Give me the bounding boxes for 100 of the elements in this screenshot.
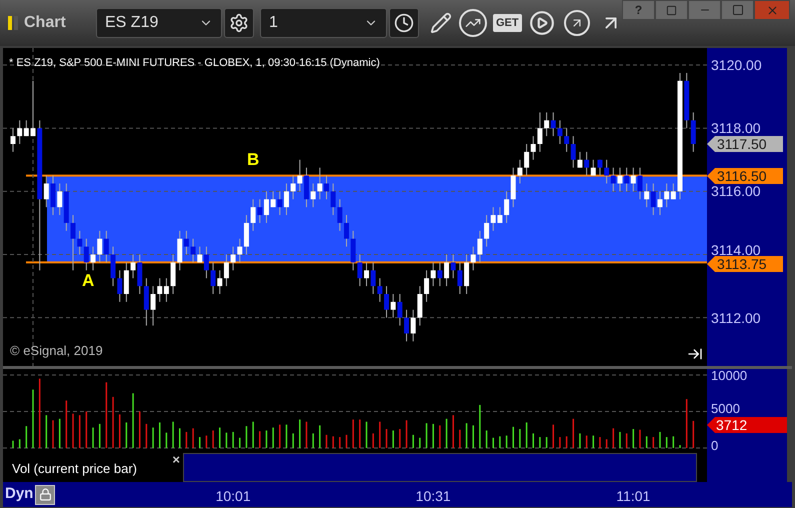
candlestick xyxy=(377,278,382,302)
candlestick xyxy=(230,246,236,271)
candlestick xyxy=(190,238,196,263)
price-tag: 3116.50 xyxy=(707,168,783,184)
studies-button[interactable] xyxy=(459,9,487,37)
candlestick xyxy=(284,182,289,216)
candlestick xyxy=(417,286,422,326)
pencil-icon xyxy=(430,12,452,34)
candlestick xyxy=(390,294,396,318)
candlestick xyxy=(84,238,89,271)
close-button[interactable] xyxy=(754,0,790,20)
candlestick xyxy=(384,286,390,318)
candlestick xyxy=(404,309,410,342)
candlestick xyxy=(144,278,149,326)
candlestick xyxy=(650,182,656,216)
candlestick xyxy=(484,214,490,248)
candlestick xyxy=(290,175,296,200)
candlestick xyxy=(244,214,249,256)
price-label: 3114.00 xyxy=(711,242,761,257)
candlestick xyxy=(337,198,342,232)
get-button[interactable]: GET xyxy=(493,14,522,32)
window-indicator-icon xyxy=(8,16,18,30)
volume-label: 10000 xyxy=(711,369,748,382)
candlestick xyxy=(544,112,550,137)
candlestick xyxy=(177,230,182,271)
candlestick xyxy=(224,254,229,287)
clock-icon xyxy=(394,13,414,33)
chart-header: * ES Z19, S&P 500 E-MINI FUTURES - GLOBEX, 1, 09:30-16:15 (Dynamic) xyxy=(9,56,380,71)
candlestick xyxy=(70,214,76,271)
candlestick xyxy=(430,262,436,287)
candlestick xyxy=(490,206,496,232)
candlestick xyxy=(477,230,482,263)
symbol-dropdown[interactable]: ES Z19 xyxy=(96,8,222,38)
candlestick xyxy=(130,254,136,279)
candlestick xyxy=(364,262,370,287)
maximize-button[interactable] xyxy=(721,0,754,20)
candlestick xyxy=(624,167,630,192)
candlestick xyxy=(670,182,676,200)
candlestick xyxy=(357,254,362,287)
candlestick xyxy=(457,262,462,294)
time-label: 11:01 xyxy=(616,487,650,506)
candlestick xyxy=(110,246,116,287)
candlestick xyxy=(317,167,322,200)
restore-button[interactable] xyxy=(655,0,688,20)
candlestick xyxy=(117,270,122,302)
candlestick xyxy=(644,182,650,208)
candlestick xyxy=(304,167,309,208)
candlestick xyxy=(330,182,336,216)
candlestick xyxy=(610,167,616,192)
candlestick xyxy=(164,278,169,302)
candlestick xyxy=(237,238,242,263)
chart-annotation: A xyxy=(82,272,94,289)
candlestick xyxy=(530,136,536,160)
window-icon xyxy=(666,4,677,16)
time-label: 10:01 xyxy=(216,487,251,506)
candlestick xyxy=(370,262,376,294)
candlestick xyxy=(604,159,610,184)
price-label: 3120.00 xyxy=(711,58,762,72)
interval-dropdown[interactable]: 1 xyxy=(260,8,387,38)
candlestick xyxy=(50,175,56,216)
candlestick xyxy=(344,214,349,248)
candlestick xyxy=(257,198,262,224)
clock-button[interactable] xyxy=(389,8,419,38)
alert-button[interactable] xyxy=(564,10,590,36)
lock-icon xyxy=(38,488,52,501)
candlestick xyxy=(517,159,522,184)
candlestick xyxy=(170,254,176,294)
candlestick xyxy=(504,190,510,224)
candlestick xyxy=(424,270,430,302)
maximize-icon xyxy=(732,4,744,16)
candlestick xyxy=(410,309,416,342)
candlestick xyxy=(510,167,516,208)
candlestick xyxy=(617,167,622,192)
candlestick xyxy=(184,230,189,256)
time-label: 10:31 xyxy=(416,487,451,506)
candlestick xyxy=(124,262,129,302)
candlestick xyxy=(564,128,570,152)
candlestick xyxy=(524,144,530,176)
candlestick xyxy=(577,151,582,168)
candlestick xyxy=(470,246,476,271)
price-label: 3112.00 xyxy=(711,310,761,325)
candlestick xyxy=(57,182,62,216)
candlestick xyxy=(157,278,162,302)
candlestick xyxy=(217,270,222,294)
price-tag: 3113.75 xyxy=(707,256,783,272)
price-label: 3116.00 xyxy=(711,184,761,198)
plot-background xyxy=(697,453,707,482)
candlestick xyxy=(590,159,596,176)
lock-button[interactable] xyxy=(35,484,56,504)
candlestick xyxy=(137,254,142,294)
play-button[interactable] xyxy=(528,9,556,37)
candlestick xyxy=(464,254,470,294)
settings-button[interactable] xyxy=(224,8,254,38)
candlestick xyxy=(584,151,590,176)
candlestick xyxy=(17,120,22,144)
close-study-button[interactable]: × xyxy=(172,453,180,466)
candlestick xyxy=(310,182,316,208)
candlestick xyxy=(297,159,302,192)
candlestick xyxy=(537,112,542,152)
candlestick xyxy=(104,230,109,263)
